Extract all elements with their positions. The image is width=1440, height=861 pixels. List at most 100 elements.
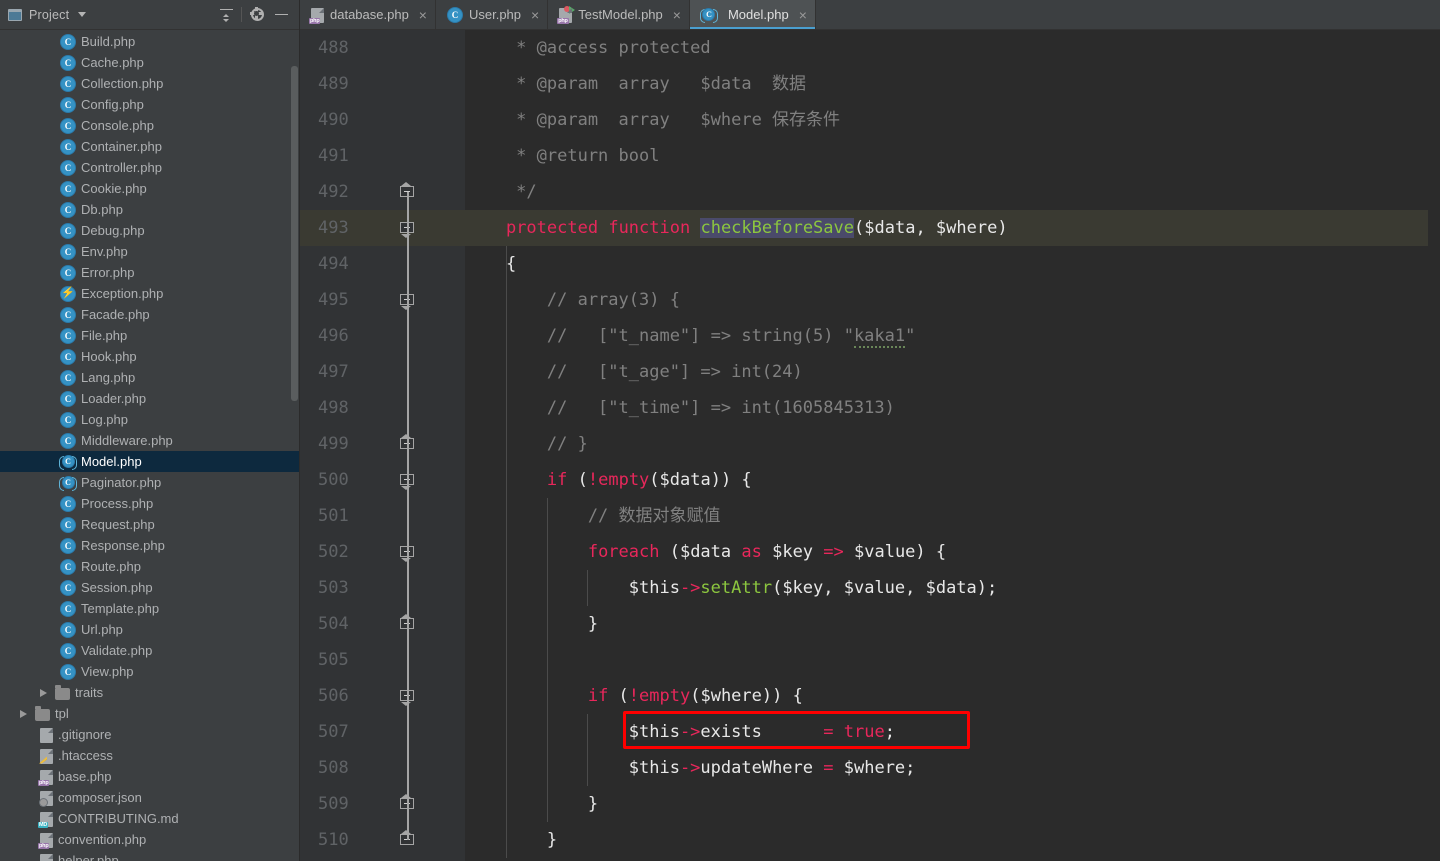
- tree-item-response-php[interactable]: C Response.php: [0, 535, 299, 556]
- code-token: ->: [679, 578, 701, 598]
- line-number: 498: [300, 390, 465, 426]
- tree-item-paginator-php[interactable]: C Paginator.php: [0, 472, 299, 493]
- tree-item-controller-php[interactable]: C Controller.php: [0, 157, 299, 178]
- folder-icon: [35, 705, 50, 721]
- tree-item-convention-php[interactable]: php convention.php: [0, 829, 299, 850]
- code-line[interactable]: // ["t_name"] => string(5) "kaka1": [465, 318, 1440, 354]
- tree-item-container-php[interactable]: C Container.php: [0, 136, 299, 157]
- tree-item-config-php[interactable]: C Config.php: [0, 94, 299, 115]
- code-line[interactable]: // 数据对象赋值: [465, 498, 1440, 534]
- collapse-all-button[interactable]: [214, 3, 238, 27]
- code-line[interactable]: $this->setAttr($key, $value, $data);: [465, 570, 1440, 606]
- line-number-value: 505: [318, 650, 349, 670]
- code-line[interactable]: foreach ($data as $key => $value) {: [465, 534, 1440, 570]
- line-number-value: 499: [318, 434, 349, 454]
- tree-item-log-php[interactable]: C Log.php: [0, 409, 299, 430]
- fold-connector-line: [407, 300, 409, 444]
- code-line[interactable]: * @param array $where 保存条件: [465, 102, 1440, 138]
- tree-item-url-php[interactable]: C Url.php: [0, 619, 299, 640]
- expand-arrow-icon[interactable]: [40, 688, 47, 697]
- tree-item-middleware-php[interactable]: C Middleware.php: [0, 430, 299, 451]
- tree-item-facade-php[interactable]: C Facade.php: [0, 304, 299, 325]
- project-file-tree[interactable]: C Build.php C Cache.php C Collection.php C Conf…: [0, 30, 299, 861]
- tree-item-tpl[interactable]: tpl: [0, 703, 299, 724]
- tree-item-helper-php[interactable]: php helper.php: [0, 850, 299, 861]
- code-line[interactable]: protected function checkBeforeSave($data…: [465, 210, 1440, 246]
- code-content[interactable]: * @access protected * @param array $data…: [465, 30, 1440, 861]
- close-icon[interactable]: ×: [531, 8, 539, 22]
- line-number-value: 491: [318, 146, 349, 166]
- code-line[interactable]: * @access protected: [465, 30, 1440, 66]
- tree-item-cache-php[interactable]: C Cache.php: [0, 52, 299, 73]
- code-line[interactable]: * @param array $data 数据: [465, 66, 1440, 102]
- close-icon[interactable]: ×: [673, 8, 681, 22]
- code-line[interactable]: }: [465, 606, 1440, 642]
- code-editor[interactable]: 488 489 490 491 492 493 494 495 496 497 498 499 500 5…: [300, 30, 1440, 861]
- tree-item-cookie-php[interactable]: C Cookie.php: [0, 178, 299, 199]
- tree-item-hook-php[interactable]: C Hook.php: [0, 346, 299, 367]
- abstract-class-icon: C: [59, 475, 77, 491]
- tree-item-debug-php[interactable]: C Debug.php: [0, 220, 299, 241]
- tree-item-loader-php[interactable]: C Loader.php: [0, 388, 299, 409]
- tree-item-db-php[interactable]: C Db.php: [0, 199, 299, 220]
- tree-item-composer-json[interactable]: composer.json: [0, 787, 299, 808]
- close-icon[interactable]: ×: [799, 8, 807, 22]
- tree-item-env-php[interactable]: C Env.php: [0, 241, 299, 262]
- code-line[interactable]: * @return bool: [465, 138, 1440, 174]
- file-tree-scrollbar[interactable]: [291, 66, 298, 401]
- tree-item-process-php[interactable]: C Process.php: [0, 493, 299, 514]
- line-number-gutter[interactable]: 488 489 490 491 492 493 494 495 496 497 498 499 500 5…: [300, 30, 465, 861]
- tree-item-lang-php[interactable]: C Lang.php: [0, 367, 299, 388]
- line-number-value: 504: [318, 614, 349, 634]
- tree-item--gitignore[interactable]: .gitignore: [0, 724, 299, 745]
- tree-item-template-php[interactable]: C Template.php: [0, 598, 299, 619]
- editor-tab-testmodel-php[interactable]: php TestModel.php ×: [548, 0, 690, 29]
- tree-item-label: Loader.php: [81, 391, 147, 406]
- php-badge: php: [309, 17, 321, 24]
- code-line[interactable]: $this->exists = true;: [465, 714, 1440, 750]
- code-line[interactable]: if (!empty($data)) {: [465, 462, 1440, 498]
- project-title-group[interactable]: Project: [8, 8, 87, 22]
- tree-item-session-php[interactable]: C Session.php: [0, 577, 299, 598]
- tree-item-contributing-md[interactable]: MD CONTRIBUTING.md: [0, 808, 299, 829]
- line-number: 489: [300, 66, 465, 102]
- code-line[interactable]: // ["t_age"] => int(24): [465, 354, 1440, 390]
- tree-item-view-php[interactable]: C View.php: [0, 661, 299, 682]
- tree-item-base-php[interactable]: php base.php: [0, 766, 299, 787]
- class-icon: C: [60, 33, 76, 50]
- hide-panel-button[interactable]: [269, 3, 293, 27]
- tree-item-model-php[interactable]: C Model.php: [0, 451, 299, 472]
- code-token: =>: [823, 542, 844, 562]
- code-line[interactable]: // ["t_time"] => int(1605845313): [465, 390, 1440, 426]
- code-line[interactable]: // }: [465, 426, 1440, 462]
- code-line[interactable]: [465, 642, 1440, 678]
- code-line[interactable]: }: [465, 786, 1440, 822]
- settings-button[interactable]: [245, 3, 269, 27]
- code-line[interactable]: $this->updateWhere = $where;: [465, 750, 1440, 786]
- editor-tab-database-php[interactable]: php database.php ×: [300, 0, 436, 29]
- code-line[interactable]: // array(3) {: [465, 282, 1440, 318]
- tree-item-exception-php[interactable]: ⚡ Exception.php: [0, 283, 299, 304]
- tree-item-route-php[interactable]: C Route.php: [0, 556, 299, 577]
- tree-item-request-php[interactable]: C Request.php: [0, 514, 299, 535]
- tree-item--htaccess[interactable]: .htaccess: [0, 745, 299, 766]
- tree-item-error-php[interactable]: C Error.php: [0, 262, 299, 283]
- tree-item-console-php[interactable]: C Console.php: [0, 115, 299, 136]
- code-line[interactable]: if (!empty($where)) {: [465, 678, 1440, 714]
- code-line[interactable]: {: [465, 246, 1440, 282]
- tree-item-label: Console.php: [81, 118, 154, 133]
- editor-tab-model-php[interactable]: C Model.php ×: [689, 0, 816, 29]
- code-line[interactable]: }: [465, 822, 1440, 858]
- tree-item-build-php[interactable]: C Build.php: [0, 31, 299, 52]
- code-line[interactable]: */: [465, 174, 1440, 210]
- expand-arrow-icon[interactable]: [20, 709, 27, 718]
- tree-item-validate-php[interactable]: C Validate.php: [0, 640, 299, 661]
- tree-item-collection-php[interactable]: C Collection.php: [0, 73, 299, 94]
- toolbar-divider: [241, 7, 242, 22]
- close-icon[interactable]: ×: [419, 8, 427, 22]
- code-token: setAttr: [700, 578, 773, 598]
- editor-tab-user-php[interactable]: C User.php ×: [436, 0, 549, 29]
- chevron-down-icon[interactable]: [78, 12, 87, 17]
- tree-item-file-php[interactable]: C File.php: [0, 325, 299, 346]
- tree-item-traits[interactable]: traits: [0, 682, 299, 703]
